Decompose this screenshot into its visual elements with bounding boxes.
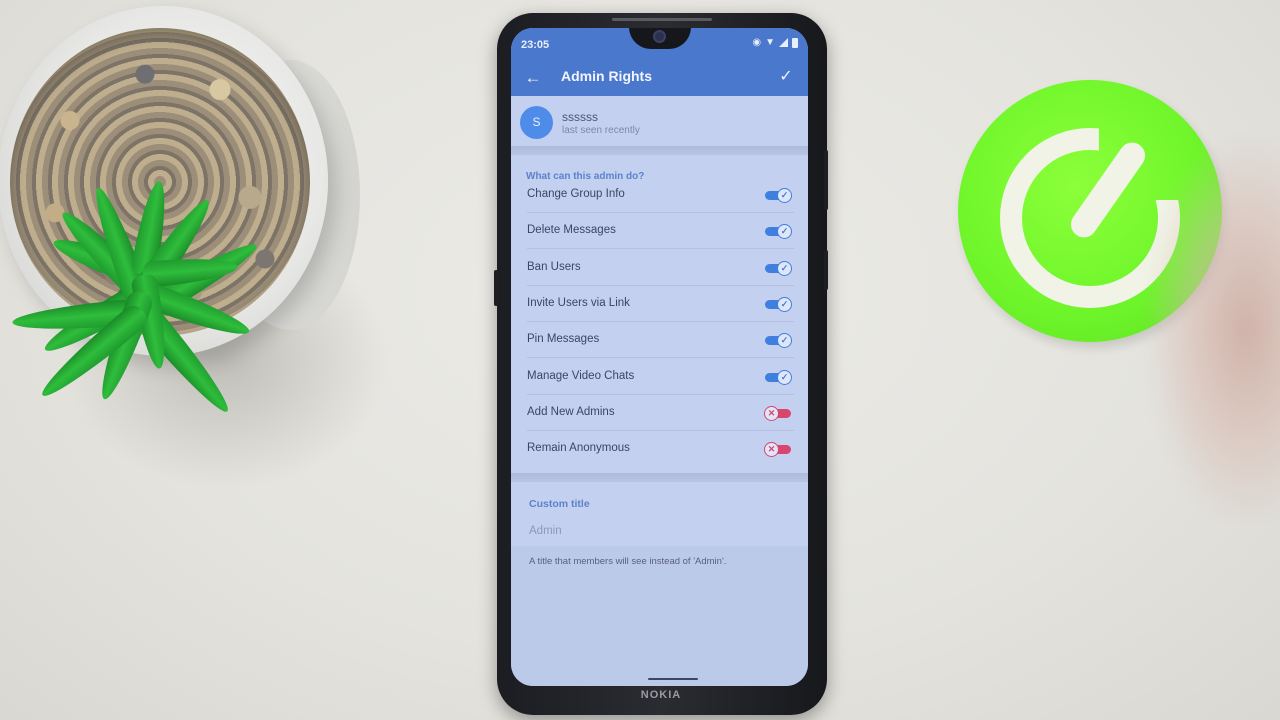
right-row-pin-messages[interactable]: Pin Messages ✓ — [511, 322, 808, 359]
right-label: Ban Users — [527, 260, 581, 273]
right-row-change-group-info[interactable]: Change Group Info ✓ — [511, 177, 808, 213]
right-label: Manage Video Chats — [527, 369, 635, 382]
hint-area: A title that members will see instead of… — [511, 546, 808, 686]
custom-title-section: Custom title — [511, 482, 808, 546]
check-icon: ✓ — [777, 224, 792, 240]
right-label: Pin Messages — [527, 333, 600, 346]
status-time: 23:05 — [521, 39, 550, 51]
custom-title-input[interactable] — [529, 522, 784, 540]
right-label: Change Group Info — [527, 188, 625, 200]
check-icon: ✓ — [777, 333, 792, 349]
right-label: Remain Anonymous — [527, 442, 630, 455]
phone-side-button — [494, 270, 498, 306]
phone-screen: 23:05 ◉ ▼ ← Admin Rights ✓ S ssssss last… — [511, 28, 808, 686]
permission-toggle[interactable]: ✓ — [765, 224, 792, 240]
custom-title-label: Custom title — [529, 498, 590, 510]
status-icons: ◉ ▼ — [752, 37, 798, 48]
checkmark-icon: ✓ — [779, 68, 793, 85]
page-title: Admin Rights — [561, 68, 652, 84]
x-icon: ✕ — [764, 405, 779, 421]
user-last-seen: last seen recently — [562, 125, 640, 136]
check-icon: ✓ — [777, 296, 792, 312]
admin-rights-list: What can this admin do? Change Group Inf… — [511, 155, 808, 473]
right-label: Delete Messages — [527, 224, 616, 237]
x-icon: ✕ — [764, 442, 779, 458]
right-label: Add New Admins — [527, 405, 615, 418]
permission-toggle[interactable]: ✓ — [765, 260, 792, 276]
check-icon: ✓ — [777, 260, 792, 276]
user-name: ssssss — [562, 110, 598, 124]
right-row-invite-users-via-link[interactable]: Invite Users via Link ✓ — [511, 286, 808, 322]
wifi-icon: ▼ — [765, 37, 775, 48]
custom-title-hint: A title that members will see instead of… — [529, 556, 727, 567]
save-button[interactable]: ✓ — [774, 65, 798, 89]
eye-comfort-icon: ◉ — [752, 37, 762, 48]
section-divider — [511, 146, 808, 155]
right-row-manage-video-chats[interactable]: Manage Video Chats ✓ — [511, 359, 808, 395]
back-button[interactable]: ← — [521, 66, 545, 90]
permission-toggle[interactable]: ✓ — [765, 333, 792, 349]
permission-toggle[interactable]: ✓ — [765, 369, 792, 385]
signal-icon — [779, 38, 788, 47]
permission-toggle[interactable]: ✕ — [764, 405, 791, 421]
check-icon: ✓ — [777, 188, 792, 203]
earpiece-speaker — [612, 18, 712, 21]
right-row-ban-users[interactable]: Ban Users ✓ — [511, 250, 808, 286]
phone-power-button — [824, 250, 828, 290]
arrow-left-icon: ← — [524, 68, 542, 87]
right-row-add-new-admins[interactable]: Add New Admins ✕ — [511, 395, 808, 431]
section-divider — [511, 473, 808, 482]
brand-logo: NOKIA — [640, 689, 682, 701]
permission-toggle[interactable]: ✓ — [765, 296, 792, 312]
right-label: Invite Users via Link — [527, 296, 630, 309]
phone-volume-button — [824, 150, 828, 210]
home-indicator[interactable] — [648, 678, 698, 680]
avatar: S — [520, 106, 553, 139]
check-icon: ✓ — [777, 369, 792, 385]
front-camera — [653, 30, 666, 43]
right-row-remain-anonymous[interactable]: Remain Anonymous ✕ — [511, 431, 808, 467]
permission-toggle[interactable]: ✕ — [764, 442, 791, 458]
right-row-delete-messages[interactable]: Delete Messages ✓ — [511, 213, 808, 250]
permission-toggle[interactable]: ✓ — [765, 188, 792, 203]
blurred-hand — [1150, 140, 1280, 520]
admin-user-card[interactable]: S ssssss last seen recently — [511, 96, 808, 146]
battery-icon — [792, 37, 798, 48]
